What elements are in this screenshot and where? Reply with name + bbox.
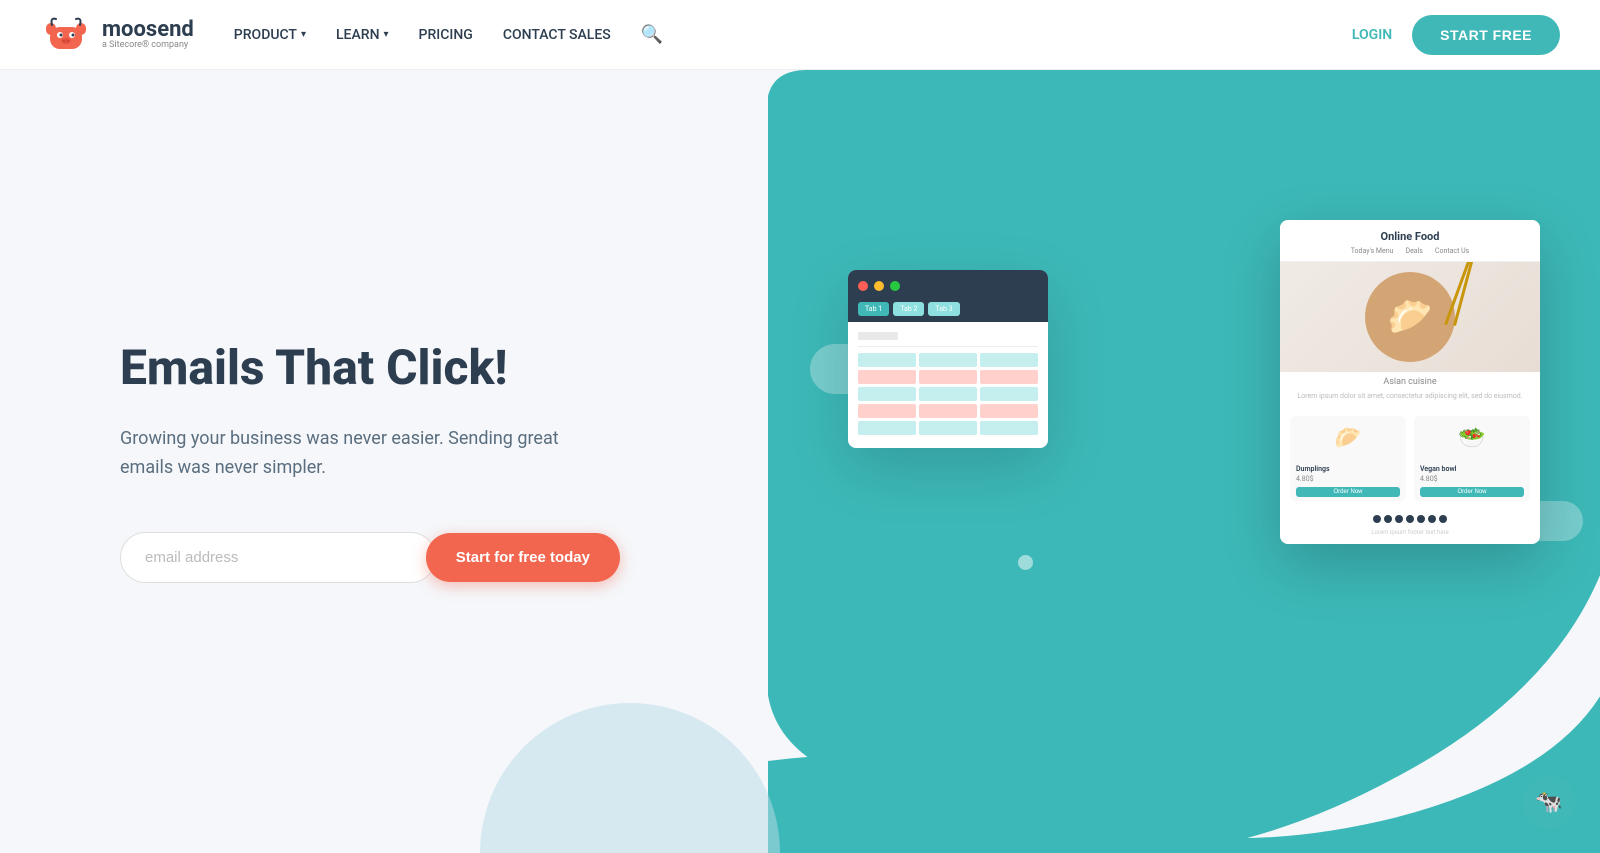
email-input[interactable] xyxy=(120,532,436,583)
builder-block xyxy=(980,404,1038,418)
builder-block xyxy=(980,353,1038,367)
food-card-2-img: 🥗 xyxy=(1414,416,1530,461)
email-form: Start for free today xyxy=(120,532,620,583)
builder-block xyxy=(858,370,916,384)
logo-sub: a Sitecore® company xyxy=(102,41,194,50)
builder-tab-1: Tab 1 xyxy=(858,302,889,316)
login-button[interactable]: LOGIN xyxy=(1352,27,1392,43)
nav-contact-sales[interactable]: CONTACT SALES xyxy=(503,27,611,43)
builder-block xyxy=(980,370,1038,384)
win-max-btn xyxy=(890,281,900,291)
food-order-btn-1[interactable]: Order Now xyxy=(1296,487,1400,497)
food-nav-deals[interactable]: Deals xyxy=(1405,247,1422,255)
builder-row-5 xyxy=(858,404,1038,418)
food-card-2-price: 4.80$ xyxy=(1420,475,1524,483)
hero-title: Emails That Click! xyxy=(120,340,688,395)
food-cuisine-label: Asian cuisine xyxy=(1280,372,1540,392)
hero-subtitle: Growing your business was never easier. … xyxy=(120,425,600,483)
nav-right: LOGIN START FREE xyxy=(1352,15,1560,55)
food-cards: 🥟 Dumplings 4.80$ Order Now 🥗 Vegan bowl… xyxy=(1280,408,1540,509)
builder-tab-2: Tab 2 xyxy=(893,302,924,316)
nav-product[interactable]: PRODUCT ▾ xyxy=(234,27,306,43)
food-plate: 🥟 xyxy=(1365,272,1455,362)
builder-block xyxy=(980,421,1038,435)
food-emoji: 🥟 xyxy=(1388,296,1433,338)
social-icon-3 xyxy=(1395,515,1403,523)
food-header-nav: Today's Menu Deals Contact Us xyxy=(1294,247,1526,255)
product-arrow: ▾ xyxy=(301,29,306,40)
builder-block xyxy=(919,353,977,367)
food-card-2-info: Vegan bowl 4.80$ xyxy=(1414,461,1530,487)
builder-block xyxy=(919,370,977,384)
food-hero-image: 🥟 xyxy=(1280,262,1540,372)
builder-row-2 xyxy=(858,353,1038,367)
social-icon-4 xyxy=(1406,515,1414,523)
builder-block xyxy=(919,387,977,401)
food-order-btn-2[interactable]: Order Now xyxy=(1420,487,1524,497)
nav-pricing[interactable]: PRICING xyxy=(419,27,473,43)
food-card-2-name: Vegan bowl xyxy=(1420,465,1524,473)
email-builder-mockup: Tab 1 Tab 2 Tab 3 xyxy=(848,270,1048,448)
hero-section: Emails That Click! Growing your business… xyxy=(0,70,1600,853)
builder-block xyxy=(919,421,977,435)
builder-row-1 xyxy=(858,332,1038,340)
cta-button[interactable]: Start for free today xyxy=(426,533,620,582)
food-social-icons xyxy=(1280,509,1540,529)
navbar: moosend a Sitecore® company PRODUCT ▾ LE… xyxy=(0,0,1600,70)
food-card-2: 🥗 Vegan bowl 4.80$ Order Now xyxy=(1414,416,1530,501)
builder-tabs: Tab 1 Tab 2 Tab 3 xyxy=(848,302,1048,322)
builder-block xyxy=(858,332,898,340)
hero-right: Tab 1 Tab 2 Tab 3 xyxy=(768,70,1600,853)
social-icon-5 xyxy=(1417,515,1425,523)
builder-block xyxy=(980,387,1038,401)
food-nav-contact[interactable]: Contact Us xyxy=(1435,247,1469,255)
win-min-btn xyxy=(874,281,884,291)
food-site-title: Online Food xyxy=(1294,230,1526,243)
chat-bubble-icon: 🐄 xyxy=(1535,790,1562,815)
social-icon-1 xyxy=(1373,515,1381,523)
food-description: Lorem ipsum dolor sit amet, consectetur … xyxy=(1280,392,1540,408)
builder-row-6 xyxy=(858,421,1038,435)
builder-block xyxy=(858,421,916,435)
learn-arrow: ▾ xyxy=(384,29,389,40)
logo[interactable]: moosend a Sitecore® company xyxy=(40,9,194,61)
social-icon-7 xyxy=(1439,515,1447,523)
builder-row-3 xyxy=(858,370,1038,384)
logo-text: moosend a Sitecore® company xyxy=(102,19,194,50)
logo-name: moosend xyxy=(102,19,194,41)
food-card-1-price: 4.80$ xyxy=(1296,475,1400,483)
search-icon[interactable]: 🔍 xyxy=(641,24,663,45)
food-nav-menu[interactable]: Today's Menu xyxy=(1351,247,1394,255)
food-card-1-img: 🥟 xyxy=(1290,416,1406,461)
food-card-1-name: Dumplings xyxy=(1296,465,1400,473)
builder-block xyxy=(858,353,916,367)
logo-icon xyxy=(40,9,92,61)
builder-block xyxy=(858,387,916,401)
food-header: Online Food Today's Menu Deals Contact U… xyxy=(1280,220,1540,262)
win-close-btn xyxy=(858,281,868,291)
nav-left: moosend a Sitecore® company PRODUCT ▾ LE… xyxy=(40,9,663,61)
social-icon-6 xyxy=(1428,515,1436,523)
food-card-1: 🥟 Dumplings 4.80$ Order Now xyxy=(1290,416,1406,501)
builder-body xyxy=(848,322,1048,448)
nav-learn[interactable]: LEARN ▾ xyxy=(336,27,389,43)
builder-block xyxy=(858,404,916,418)
hero-left: Emails That Click! Growing your business… xyxy=(0,70,768,853)
nav-links: PRODUCT ▾ LEARN ▾ PRICING CONTACT SALES … xyxy=(234,24,663,45)
chat-bubble[interactable]: 🐄 xyxy=(1523,776,1575,828)
start-free-button[interactable]: START FREE xyxy=(1412,15,1560,55)
builder-divider xyxy=(858,346,1038,347)
builder-tab-3: Tab 3 xyxy=(928,302,959,316)
builder-row-4 xyxy=(858,387,1038,401)
deco-blob-3 xyxy=(1018,555,1033,570)
food-card-1-info: Dumplings 4.80$ xyxy=(1290,461,1406,487)
food-footer: Lorem ipsum footer text here xyxy=(1280,529,1540,544)
builder-block xyxy=(919,404,977,418)
food-site-mockup: Online Food Today's Menu Deals Contact U… xyxy=(1280,220,1540,544)
social-icon-2 xyxy=(1384,515,1392,523)
builder-titlebar xyxy=(848,270,1048,302)
